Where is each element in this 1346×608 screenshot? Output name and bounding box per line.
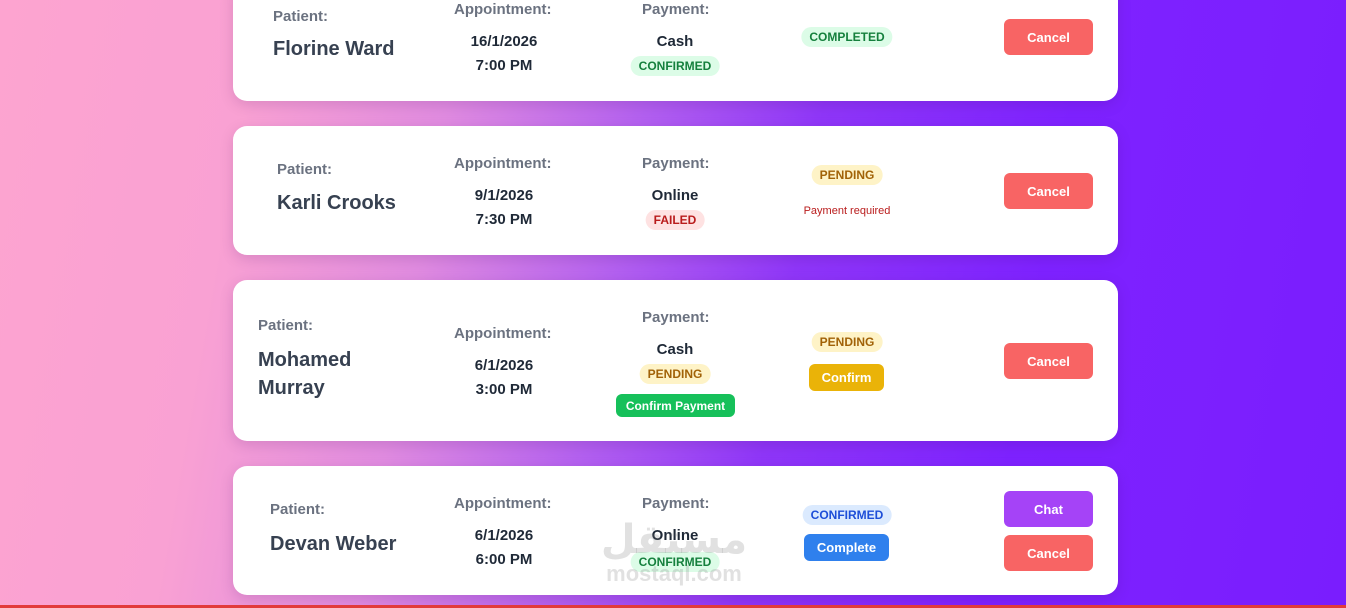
payment-label: Payment: [642, 495, 710, 512]
appointment-label: Appointment: [454, 1, 552, 18]
cancel-button[interactable]: Cancel [1004, 343, 1093, 379]
status-badge: PENDING [811, 332, 883, 352]
patient-name: Karli Crooks [277, 192, 396, 214]
appointment-label: Appointment: [454, 325, 552, 342]
payment-method: Cash [656, 33, 694, 50]
cancel-button[interactable]: Cancel [1004, 173, 1093, 209]
patient-name-last: Murray [258, 377, 325, 399]
chat-button[interactable]: Chat [1004, 491, 1093, 527]
appointment-date: 16/1/2026 [470, 33, 538, 50]
payment-status-badge: CONFIRMED [630, 552, 720, 572]
payment-method: Online [651, 527, 699, 544]
payment-status-badge: CONFIRMED [630, 56, 720, 76]
payment-method: Online [651, 187, 699, 204]
patient-label: Patient: [273, 8, 329, 25]
appointment-time: 6:00 PM [475, 551, 533, 568]
cancel-button[interactable]: Cancel [1004, 19, 1093, 55]
payment-label: Payment: [642, 155, 710, 172]
appointment-card: Patient: Devan Weber Appointment: 6/1/20… [233, 466, 1118, 595]
payment-method: Cash [656, 341, 694, 358]
appointment-time: 7:00 PM [475, 57, 533, 74]
appointment-time: 3:00 PM [475, 381, 533, 398]
patient-label: Patient: [258, 317, 314, 334]
cancel-button[interactable]: Cancel [1004, 535, 1093, 571]
patient-name: Florine Ward [273, 38, 395, 60]
patient-label: Patient: [270, 501, 326, 518]
complete-button[interactable]: Complete [804, 534, 889, 561]
appointment-label: Appointment: [454, 495, 552, 512]
confirm-payment-button[interactable]: Confirm Payment [616, 394, 735, 417]
status-badge: COMPLETED [801, 27, 893, 47]
payment-status-badge: PENDING [639, 364, 711, 384]
confirm-button[interactable]: Confirm [809, 364, 884, 391]
payment-status-badge: FAILED [645, 210, 705, 230]
payment-label: Payment: [642, 309, 710, 326]
status-badge: CONFIRMED [802, 505, 892, 525]
payment-label: Payment: [642, 1, 710, 18]
appointment-card: Patient: Florine Ward Appointment: 16/1/… [233, 0, 1118, 101]
status-badge: PENDING [811, 165, 883, 185]
appointment-card: Patient: Mohamed Murray Appointment: 6/1… [233, 280, 1118, 441]
appointment-label: Appointment: [454, 155, 552, 172]
status-note: Payment required [803, 205, 891, 217]
appointment-time: 7:30 PM [475, 211, 533, 228]
appointment-date: 6/1/2026 [474, 357, 534, 374]
appointment-date: 9/1/2026 [474, 187, 534, 204]
patient-name-first: Mohamed [258, 349, 352, 371]
appointment-card: Patient: Karli Crooks Appointment: 9/1/2… [233, 126, 1118, 255]
patient-label: Patient: [277, 161, 333, 178]
appointment-date: 6/1/2026 [474, 527, 534, 544]
patient-name: Devan Weber [270, 533, 397, 555]
